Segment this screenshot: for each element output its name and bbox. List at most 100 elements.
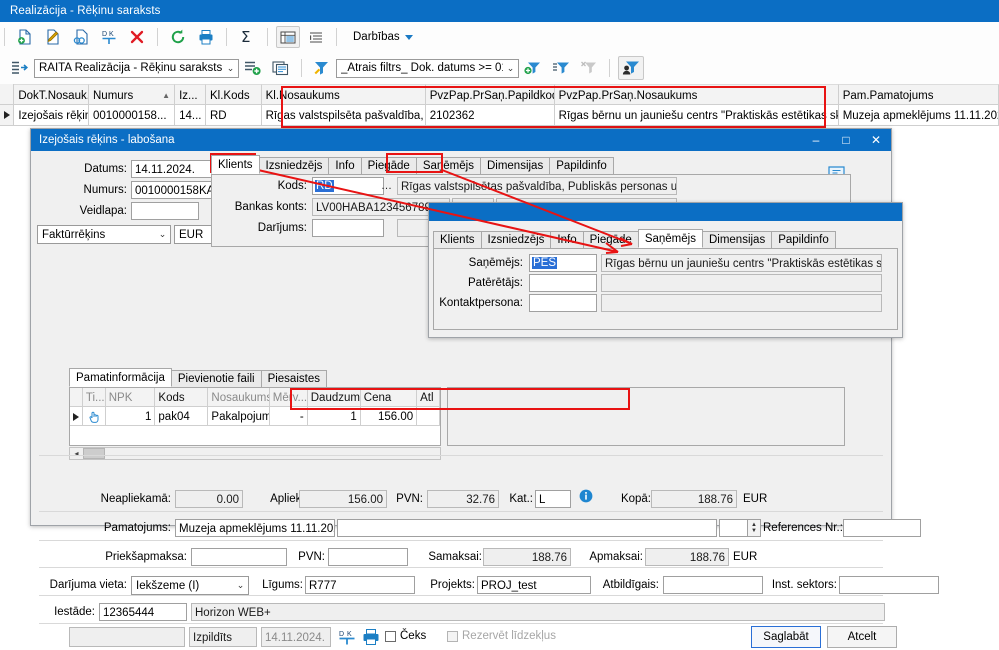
lines-header-kods[interactable]: Kods [155, 388, 209, 407]
tab-pamatinformacija[interactable]: Pamatinformācija [69, 368, 172, 387]
filter-select[interactable]: _Ātrais filtrs_ Dok. datums >= 01.01. ⌄ [336, 58, 519, 78]
lines-cell-merv[interactable]: - [269, 407, 308, 426]
check-checkbox[interactable]: Čeks [385, 630, 426, 642]
scrollbar-thumb[interactable] [83, 448, 105, 459]
form-field[interactable] [131, 202, 199, 220]
minimize-icon[interactable]: – [801, 129, 831, 151]
actions-menu-button[interactable]: Darbības [353, 31, 413, 43]
sector-field[interactable] [839, 576, 939, 594]
grid-header-cell[interactable]: PvzPap.PrSaņ.Papildkods [425, 84, 555, 105]
sum-icon[interactable]: Σ [235, 25, 259, 49]
lines-cell-nosaukums[interactable]: Pakalpojum... [208, 407, 270, 426]
detail-view-icon[interactable] [304, 25, 328, 49]
tab-papildinfo[interactable]: Papildinfo [549, 157, 614, 174]
lines-cell-npk[interactable]: 1 [105, 407, 156, 426]
basis-extra-field[interactable] [337, 519, 717, 537]
basis-field[interactable]: Muzeja apmeklējums 11.11.2024. [175, 519, 335, 537]
deal-field[interactable] [312, 219, 384, 237]
add-view-icon[interactable] [241, 56, 265, 80]
basis-spinner[interactable]: ▲ ▼ [747, 519, 761, 537]
tab-sanemejs[interactable]: Saņēmējs [415, 157, 481, 174]
grid-cell[interactable]: 0010000158... [89, 105, 176, 126]
tab-info[interactable]: Info [328, 157, 362, 174]
child-tab-papildinfo[interactable]: Papildinfo [771, 231, 836, 248]
child-tab-piegade[interactable]: Piegāde [582, 231, 639, 248]
new-document-icon[interactable] [13, 25, 37, 49]
tab-klients[interactable]: Klients [211, 155, 260, 174]
lines-header-nosaukums[interactable]: Nosaukums [208, 388, 270, 407]
invoice-lines-grid[interactable]: Ti... NPK Kods Nosaukums Mērv... Daudzum… [69, 387, 441, 446]
recipient-code-field[interactable]: PES [529, 254, 597, 272]
ellipsis-lookup-icon[interactable]: … [379, 177, 395, 195]
responsible-field[interactable] [663, 576, 763, 594]
save-button[interactable]: Saglabāt [751, 626, 821, 648]
contract-field[interactable]: R777 [305, 576, 415, 594]
prepay-field[interactable] [191, 548, 287, 566]
pin-filter-icon[interactable] [577, 56, 601, 80]
document-type-select[interactable]: Faktūrrēķins ⌄ [37, 225, 171, 244]
grid-header-cell[interactable]: Numurs ▲ [89, 84, 176, 105]
invoice-list-grid[interactable]: DokT.Nosauk... Numurs ▲ Iz... Kl.Kods Kl.… [0, 84, 999, 128]
checkbox-box[interactable] [385, 630, 396, 642]
lines-header-ti[interactable]: Ti... [82, 388, 106, 407]
info-icon[interactable] [579, 489, 593, 506]
party-tabs[interactable]: Klients Izsniedzējs Info Piegāde Saņēmēj… [211, 155, 614, 174]
payment-vat-field[interactable] [328, 548, 408, 566]
lines-row[interactable]: 1 pak04 Pakalpojum... - 1 156.00 [70, 407, 441, 426]
layout-icon[interactable] [8, 56, 32, 80]
grid-header-cell[interactable]: Pam.Pamatojums [838, 84, 999, 105]
grid-header-cell[interactable]: Kl.Nosaukums [261, 84, 426, 105]
scroll-left-icon[interactable]: ◂ [70, 449, 83, 458]
add-filter-icon[interactable] [521, 56, 545, 80]
copy-document-icon[interactable] [69, 25, 93, 49]
grid-view-icon[interactable] [276, 26, 300, 48]
category-field[interactable]: L [535, 490, 571, 508]
client-code-field[interactable]: RD [312, 177, 384, 195]
lines-cell-cena[interactable]: 156.00 [360, 407, 418, 426]
basis-spinner-field[interactable] [719, 519, 749, 537]
edit-filter-icon[interactable] [549, 56, 573, 80]
child-tab-izsniedzejs[interactable]: Izsniedzējs [480, 231, 552, 248]
print-icon[interactable] [194, 25, 218, 49]
grid-cell[interactable]: Muzeja apmeklējums 11.11.2024. [838, 105, 999, 126]
close-icon[interactable]: ✕ [861, 129, 891, 151]
delete-icon[interactable] [125, 25, 149, 49]
lines-header-npk[interactable]: NPK [105, 388, 156, 407]
grid-cell[interactable]: 2102362 [425, 105, 555, 126]
consumer-code-field[interactable] [529, 274, 597, 292]
ok-approve-icon[interactable]: DK [97, 25, 121, 49]
grid-cell[interactable]: 14... [175, 105, 206, 126]
lines-cell-kods[interactable]: pak04 [155, 407, 209, 426]
spinner-down-icon[interactable]: ▼ [751, 528, 757, 534]
edit-document-icon[interactable] [41, 25, 65, 49]
grid-header-cell[interactable]: DokT.Nosauk... [14, 84, 89, 105]
lines-cell-daudzums[interactable]: 1 [307, 407, 361, 426]
grid-cell[interactable]: Rīgas valstspilsēta pašvaldība, P... [261, 105, 426, 126]
cancel-button[interactable]: Atcelt [827, 626, 897, 648]
reference-field[interactable] [843, 519, 921, 537]
footer-empty-field[interactable] [69, 627, 185, 647]
maximize-icon[interactable]: □ [831, 129, 861, 151]
tab-izsniedzejs[interactable]: Izsniedzējs [258, 157, 330, 174]
tab-dimensijas[interactable]: Dimensijas [479, 157, 551, 174]
institution-code-field[interactable]: 12365444 [99, 603, 187, 621]
tab-piesaistes[interactable]: Piesaistes [260, 370, 327, 387]
lines-cell-atl[interactable] [417, 407, 441, 426]
lines-header-atl[interactable]: Atl [417, 388, 441, 407]
deal-place-select[interactable]: Iekšzeme (I) ⌄ [131, 576, 249, 595]
child-tab-klients[interactable]: Klients [433, 231, 482, 248]
refresh-icon[interactable] [166, 25, 190, 49]
tab-pievienotie-faili[interactable]: Pievienotie faili [170, 370, 262, 387]
lines-header-merv[interactable]: Mērv... [269, 388, 308, 407]
print-icon[interactable] [361, 627, 381, 650]
grid-header-cell[interactable]: Kl.Kods [205, 84, 262, 105]
ok-approve-icon[interactable]: DK [337, 627, 357, 650]
lines-header-cena[interactable]: Cena [360, 388, 418, 407]
tab-piegade[interactable]: Piegāde [360, 157, 417, 174]
grid-header-cell[interactable]: Iz... [175, 84, 206, 105]
grid-header-cell[interactable]: PvzPap.PrSaņ.Nosaukums [554, 84, 839, 105]
child-tab-info[interactable]: Info [550, 231, 584, 248]
child-tab-dimensijas[interactable]: Dimensijas [701, 231, 773, 248]
child-party-tabs[interactable]: Klients Izsniedzējs Info Piegāde Saņēmēj… [433, 229, 836, 248]
child-tab-sanemejs[interactable]: Saņēmējs [637, 229, 703, 248]
